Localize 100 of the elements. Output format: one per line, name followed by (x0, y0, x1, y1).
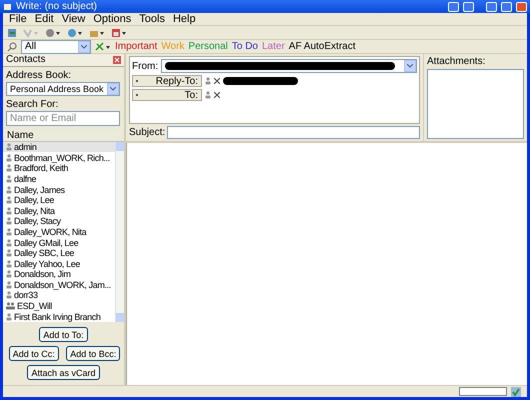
contact-item[interactable]: Dalley_WORK, Nita (3, 226, 115, 238)
contact-icon (6, 143, 12, 152)
contact-name: Dalley, Stacy (14, 216, 61, 226)
check-icon (511, 386, 521, 396)
address-type-label: Reply-To: (156, 76, 198, 86)
field-label: Search For: (5, 98, 60, 111)
contact-icon (6, 238, 12, 247)
contact-item[interactable]: Bradford, Keith (3, 163, 115, 174)
contact-icon (6, 312, 12, 321)
contact-icon (6, 280, 12, 289)
group-icon (6, 302, 15, 310)
contact-name: admin (14, 142, 37, 152)
restore-button[interactable] (463, 2, 474, 12)
contact-icon (6, 174, 12, 183)
contact-item[interactable]: Donaldson_WORK, Jam... (3, 280, 115, 290)
contact-item[interactable]: Dalley, Stacy (3, 216, 115, 227)
tag-icon[interactable] (95, 42, 111, 52)
tag-label[interactable]: Important (115, 41, 158, 52)
tag-label[interactable]: To Do (232, 41, 258, 52)
menu-item[interactable]: View (60, 13, 88, 25)
attachments-list[interactable] (427, 69, 524, 139)
contact-icon (6, 206, 12, 215)
contact-name: dorr33 (14, 290, 38, 300)
scrollbar[interactable] (115, 142, 124, 322)
caret-icon (81, 44, 87, 48)
contact-item[interactable]: Dalley, James (3, 184, 115, 195)
close-icon[interactable] (113, 56, 121, 64)
contact-item[interactable]: dorr33 (3, 290, 115, 301)
contact-name: Dalley, James (14, 184, 65, 195)
caret-icon (407, 64, 413, 68)
minimize-button[interactable] (486, 2, 497, 12)
contact-icon (6, 291, 12, 300)
address-type-button[interactable]: Reply-To: (132, 75, 202, 87)
action-button[interactable]: Add to Cc: (8, 346, 59, 361)
contact-item[interactable]: First Bank Irving Branch (3, 311, 115, 322)
menu-item[interactable]: Help (170, 13, 198, 25)
action-button[interactable]: Add to To: (39, 327, 88, 342)
remove-icon[interactable] (214, 92, 220, 98)
contact-icon (6, 260, 12, 268)
remove-icon[interactable] (214, 78, 220, 84)
contact-name: Dalley Yahoo, Lee (14, 258, 80, 269)
contact-item[interactable]: ESD_Will (3, 300, 115, 312)
contact-icon (6, 228, 12, 236)
contact-icon (6, 270, 12, 278)
menu-item[interactable]: Tools (137, 13, 167, 25)
field-label: Address Book: (5, 68, 72, 82)
menu-item[interactable]: Edit (32, 13, 56, 25)
contact-icon (6, 249, 12, 258)
close-button[interactable] (516, 2, 527, 12)
subject-field[interactable] (167, 126, 420, 139)
from-dropdown[interactable] (161, 59, 417, 73)
contact-item[interactable]: Dalley SBC, Lee (3, 248, 115, 258)
contact-name: Dalley, Lee (14, 195, 54, 206)
column-header[interactable]: Name (3, 130, 124, 142)
contact-icon (205, 77, 211, 85)
contact-item[interactable]: dalfne (3, 174, 115, 184)
tag-label[interactable]: AF AutoExtract (288, 41, 356, 52)
contact-icon (6, 164, 12, 172)
contact-name: Dalley, Nita (14, 206, 55, 216)
search-icon (7, 42, 17, 52)
dropdown-button[interactable] (107, 82, 119, 95)
contact-name: dalfne (14, 174, 36, 184)
action-button[interactable]: Add to Bcc: (66, 346, 120, 361)
contact-name: Dalley GMail, Lee (14, 238, 78, 248)
caret-icon (110, 86, 116, 91)
dropdown-button[interactable] (78, 40, 90, 52)
action-button[interactable]: Attach as vCard (27, 365, 100, 380)
field-label: Subject: (129, 127, 166, 138)
address-type-label: To: (184, 90, 198, 100)
contact-name: Donaldson_WORK, Jam... (14, 280, 111, 290)
dropdown-button[interactable] (404, 60, 416, 72)
contact-name: ESD_Will (17, 301, 52, 312)
dropdown-value: Personal Address Book (10, 84, 104, 94)
contact-name: Donaldson, Jim (14, 269, 70, 280)
pin-button[interactable] (448, 2, 459, 12)
menu-item[interactable]: Options (91, 13, 134, 25)
contact-icon (6, 186, 12, 194)
contact-item[interactable]: Donaldson, Jim (3, 269, 115, 280)
address-type-button[interactable]: To: (132, 89, 202, 101)
filter-dropdown[interactable]: All (21, 40, 91, 54)
contact-name: First Bank Irving Branch (14, 312, 100, 322)
field-label: Attachments: (427, 56, 486, 67)
filter-value: All (25, 41, 36, 52)
contact-item[interactable]: Dalley, Lee (3, 194, 115, 206)
status-field (459, 387, 507, 396)
contact-name: Dalley SBC, Lee (14, 248, 74, 258)
contact-item[interactable]: admin (3, 142, 115, 152)
contact-item[interactable]: Dalley, Nita (3, 205, 115, 216)
contact-item[interactable]: Dalley GMail, Lee (3, 237, 115, 248)
contact-icon (205, 91, 211, 99)
app-icon (3, 2, 12, 11)
contact-item[interactable]: Boothman_WORK, Rich... (3, 152, 115, 164)
search-field[interactable]: Name or Email (6, 110, 120, 126)
contact-name: Bradford, Keith (14, 163, 68, 174)
address-book-dropdown[interactable]: Personal Address Book (6, 82, 120, 96)
window-title: Write: (no subject) (16, 1, 97, 12)
contact-item[interactable]: Dalley Yahoo, Lee (3, 258, 115, 269)
menu-item[interactable]: File (7, 13, 29, 25)
panel-title: Contacts (6, 54, 46, 66)
maximize-button[interactable] (501, 2, 512, 12)
